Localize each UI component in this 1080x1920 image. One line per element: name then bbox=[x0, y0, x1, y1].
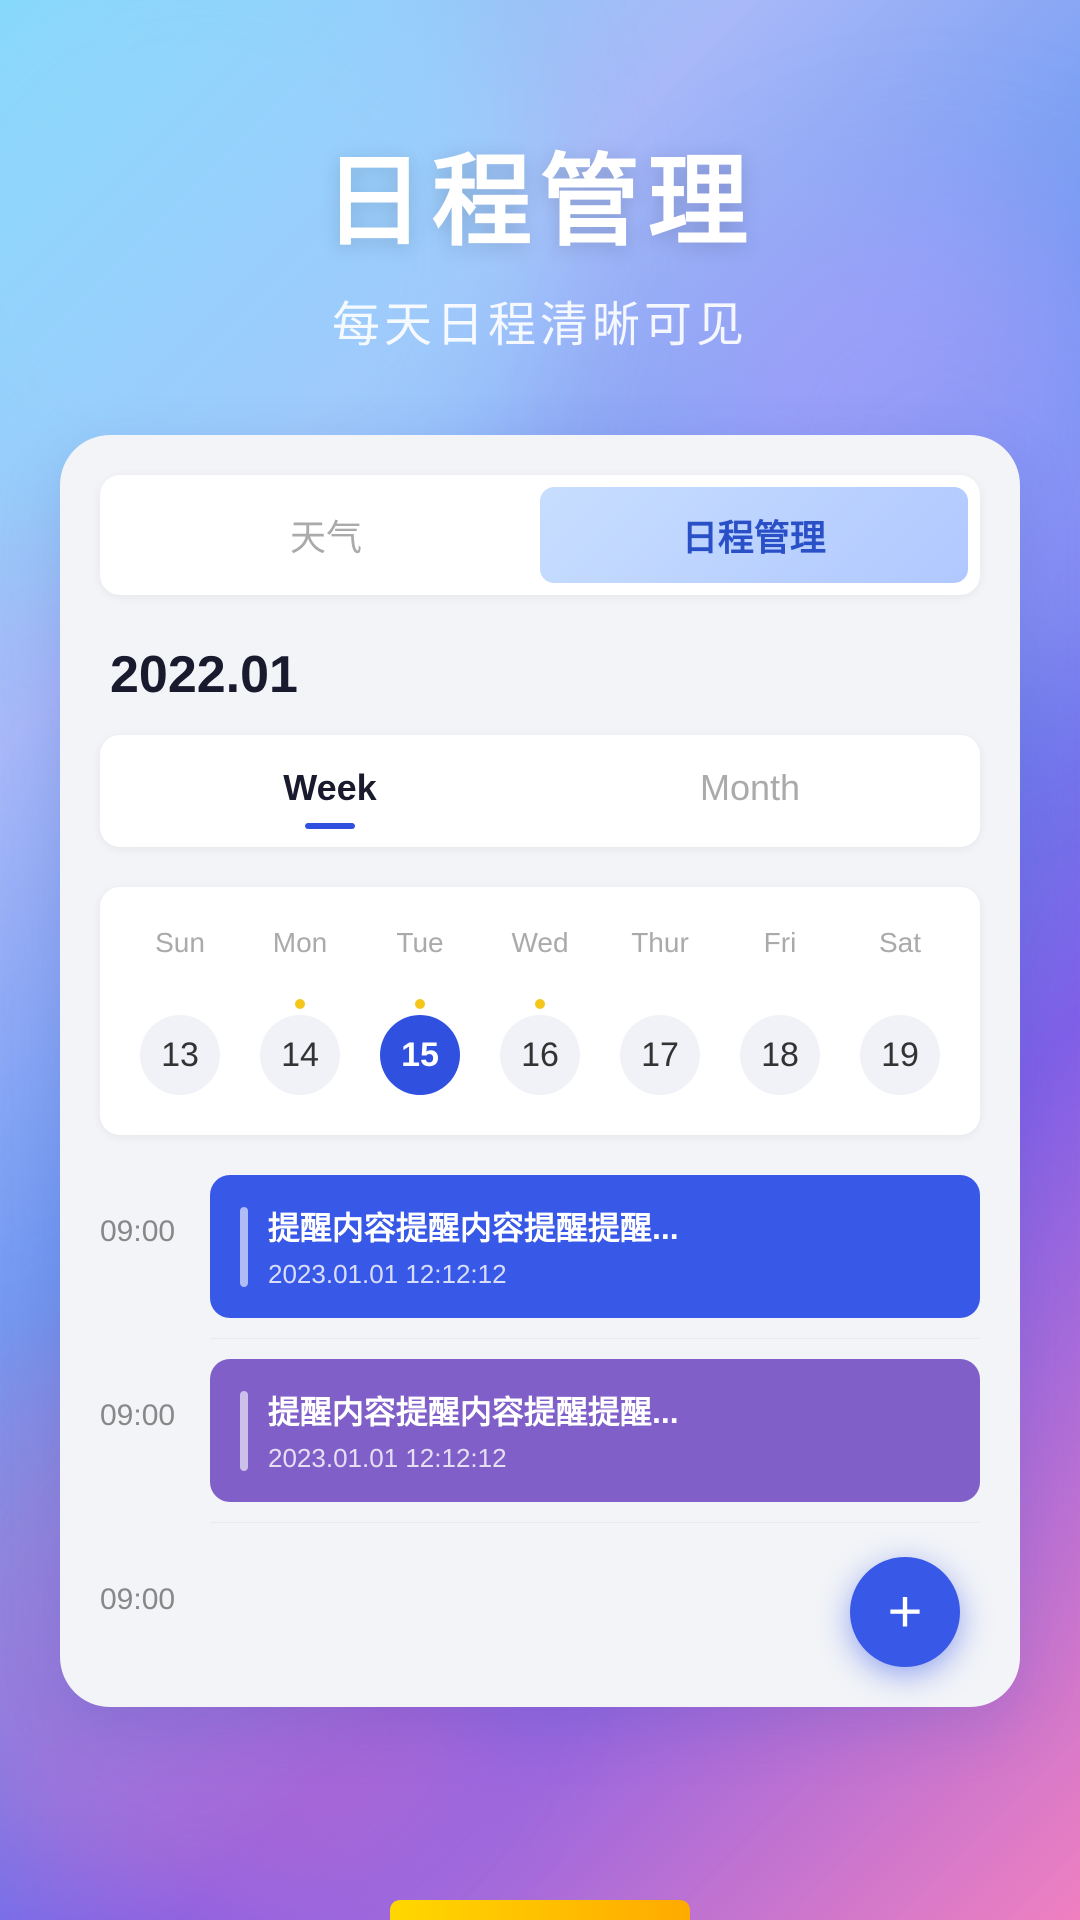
weekday-thur: Thur bbox=[600, 917, 720, 969]
event-block-3: 09:00 bbox=[100, 1543, 980, 1617]
date-num-18[interactable]: 18 bbox=[740, 1015, 820, 1095]
tab-bar: 天气 日程管理 bbox=[100, 475, 980, 595]
date-cell-14[interactable]: 14 bbox=[240, 989, 360, 1105]
event-card-2[interactable]: 提醒内容提醒内容提醒提醒... 2023.01.01 12:12:12 bbox=[210, 1359, 980, 1502]
date-dot-14 bbox=[295, 999, 305, 1009]
weekday-sat: Sat bbox=[840, 917, 960, 969]
bottom-indicator bbox=[390, 1900, 690, 1920]
weekday-tue: Tue bbox=[360, 917, 480, 969]
date-cell-15[interactable]: 15 bbox=[360, 989, 480, 1105]
date-dot-16 bbox=[535, 999, 545, 1009]
app-title: 日程管理 bbox=[0, 120, 1080, 265]
date-num-13[interactable]: 13 bbox=[140, 1015, 220, 1095]
tab-schedule[interactable]: 日程管理 bbox=[540, 487, 968, 583]
weekday-sun: Sun bbox=[120, 917, 240, 969]
weekday-wed: Wed bbox=[480, 917, 600, 969]
weekday-mon: Mon bbox=[240, 917, 360, 969]
view-toggle: Week Month bbox=[100, 735, 980, 847]
event-card-1[interactable]: 提醒内容提醒内容提醒提醒... 2023.01.01 12:12:12 bbox=[210, 1175, 980, 1318]
event-bar-2 bbox=[240, 1391, 248, 1471]
event-block-1: 09:00 提醒内容提醒内容提醒提醒... 2023.01.01 12:12:1… bbox=[100, 1175, 980, 1318]
event-bar-1 bbox=[240, 1207, 248, 1287]
add-icon: + bbox=[887, 1582, 922, 1642]
month-view-button[interactable]: Month bbox=[540, 745, 960, 837]
timeline: 09:00 提醒内容提醒内容提醒提醒... 2023.01.01 12:12:1… bbox=[100, 1165, 980, 1647]
date-cell-13[interactable]: 13 bbox=[120, 989, 240, 1105]
event-time-3: 09:00 bbox=[100, 1543, 210, 1617]
tab-weather[interactable]: 天气 bbox=[112, 487, 540, 583]
week-view-button[interactable]: Week bbox=[120, 745, 540, 837]
date-cell-19[interactable]: 19 bbox=[840, 989, 960, 1105]
event-time-2: 09:00 bbox=[100, 1359, 210, 1433]
date-num-15[interactable]: 15 bbox=[380, 1015, 460, 1095]
event-datetime-1: 2023.01.01 12:12:12 bbox=[268, 1259, 950, 1290]
event-block-2: 09:00 提醒内容提醒内容提醒提醒... 2023.01.01 12:12:1… bbox=[100, 1359, 980, 1502]
event-title-1: 提醒内容提醒内容提醒提醒... bbox=[268, 1203, 950, 1249]
divider-2 bbox=[210, 1522, 980, 1523]
date-cell-18[interactable]: 18 bbox=[720, 989, 840, 1105]
event-title-2: 提醒内容提醒内容提醒提醒... bbox=[268, 1387, 950, 1433]
header: 日程管理 每天日程清晰可见 bbox=[0, 0, 1080, 355]
main-card: 天气 日程管理 2022.01 Week Month Sun Mon Tue W… bbox=[60, 435, 1020, 1707]
event-content-1: 提醒内容提醒内容提醒提醒... 2023.01.01 12:12:12 bbox=[268, 1203, 950, 1290]
date-num-17[interactable]: 17 bbox=[620, 1015, 700, 1095]
event-time-1: 09:00 bbox=[100, 1175, 210, 1249]
event-datetime-2: 2023.01.01 12:12:12 bbox=[268, 1443, 950, 1474]
dates-row: 13 14 15 16 17 18 bbox=[120, 989, 960, 1105]
current-date: 2022.01 bbox=[100, 645, 980, 705]
date-cell-17[interactable]: 17 bbox=[600, 989, 720, 1105]
date-num-19[interactable]: 19 bbox=[860, 1015, 940, 1095]
add-event-button[interactable]: + bbox=[850, 1557, 960, 1667]
weekday-fri: Fri bbox=[720, 917, 840, 969]
date-num-16[interactable]: 16 bbox=[500, 1015, 580, 1095]
calendar: Sun Mon Tue Wed Thur Fri Sat 13 14 15 bbox=[100, 887, 980, 1135]
date-dot-15 bbox=[415, 999, 425, 1009]
date-cell-16[interactable]: 16 bbox=[480, 989, 600, 1105]
event-content-2: 提醒内容提醒内容提醒提醒... 2023.01.01 12:12:12 bbox=[268, 1387, 950, 1474]
date-num-14[interactable]: 14 bbox=[260, 1015, 340, 1095]
app-subtitle: 每天日程清晰可见 bbox=[0, 285, 1080, 355]
divider-1 bbox=[210, 1338, 980, 1339]
weekday-headers: Sun Mon Tue Wed Thur Fri Sat bbox=[120, 917, 960, 969]
